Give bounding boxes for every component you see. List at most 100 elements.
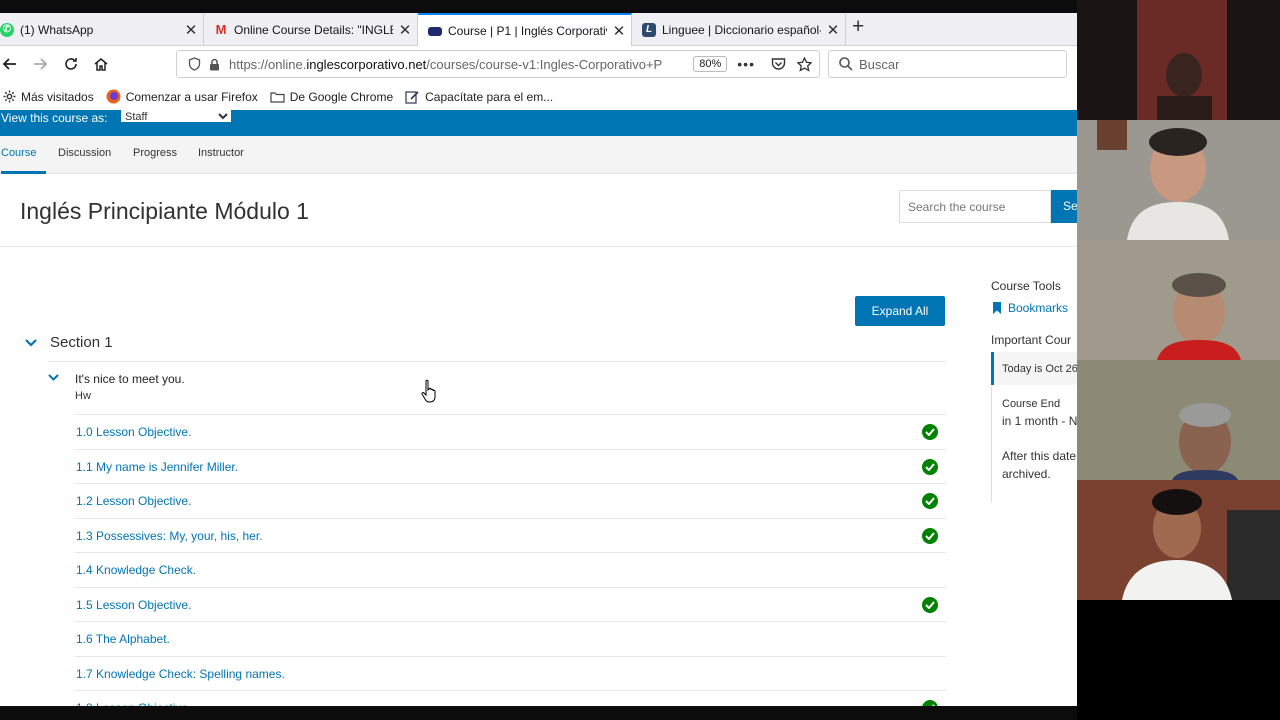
gmail-icon: M (215, 22, 227, 37)
url-scheme: https://online. (229, 56, 307, 72)
video-tile-1[interactable] (1077, 0, 1280, 120)
linguee-icon: L (642, 22, 656, 37)
tab-linguee[interactable]: L Linguee | Diccionario español-i ✕ (632, 13, 846, 46)
search-icon (839, 57, 853, 71)
forward-arrow-icon (34, 58, 48, 70)
browser-search-field[interactable]: Buscar (828, 50, 1067, 78)
view-as-select[interactable]: Staff (121, 110, 231, 122)
course-search-button[interactable]: Se (1051, 190, 1077, 223)
bookmark-label: De Google Chrome (289, 89, 394, 104)
tab-gmail[interactable]: M Online Course Details: "INGLÉS ✕ (204, 13, 418, 46)
close-icon[interactable]: ✕ (179, 21, 203, 39)
bookmark-capacitate[interactable]: Capacítate para el em... (405, 90, 553, 104)
course-end-label: Course End (1002, 398, 1061, 410)
bookmark-icon (992, 302, 1002, 314)
course-icon (428, 26, 442, 36)
section-header[interactable]: Section 1 (20, 334, 113, 351)
video-tile-3[interactable] (1077, 240, 1280, 360)
check-circle-icon (922, 458, 938, 475)
close-icon[interactable]: ✕ (607, 22, 631, 40)
archived-note: After this date archived. (1002, 447, 1077, 483)
back-button[interactable] (0, 52, 22, 76)
unit-row[interactable]: 1.2 Lesson Objective. (75, 483, 946, 518)
tab-label: (1) WhatsApp (20, 22, 94, 37)
tab-label: Online Course Details: "INGLÉS (234, 22, 393, 37)
edit-icon (405, 90, 420, 104)
video-tile-4[interactable] (1077, 360, 1280, 480)
bookmark-mas-visitados[interactable]: Más visitados (3, 90, 94, 104)
forward-button[interactable] (28, 52, 52, 76)
unit-row[interactable]: 1.0 Lesson Objective. (75, 414, 946, 449)
course-end-value: in 1 month - N (1002, 414, 1077, 428)
url-path: /courses/course-v1:Ingles-Corporativo+P (426, 56, 663, 72)
unit-row[interactable]: 1.6 The Alphabet. (75, 621, 946, 656)
tab-strip: ✆ (1) WhatsApp ✕ M Online Course Details… (0, 13, 1077, 47)
unit-link[interactable]: 1.6 The Alphabet. (76, 632, 170, 646)
header-divider (0, 246, 1077, 247)
unit-link[interactable]: 1.1 My name is Jennifer Miller. (76, 460, 238, 474)
archived-note-line: After this date (1002, 449, 1077, 463)
url-domain: inglescorporativo.net (306, 56, 427, 72)
unit-row[interactable]: 1.1 My name is Jennifer Miller. (75, 448, 946, 484)
url-bar[interactable]: https://online.inglescorporativo.net/cou… (176, 50, 820, 78)
participant-video (1077, 120, 1280, 240)
section-divider (48, 361, 946, 362)
page-actions-icon[interactable]: ••• (737, 56, 755, 72)
tab-progress[interactable]: Progress (133, 136, 177, 174)
check-circle-icon (922, 493, 938, 509)
bookmark-firefox[interactable]: Comenzar a usar Firefox (106, 89, 258, 104)
tab-instructor[interactable]: Instructor (198, 136, 244, 174)
reload-icon (65, 58, 77, 70)
browser-search-placeholder: Buscar (859, 56, 900, 72)
subsection-title: It's nice to meet you. (75, 372, 185, 386)
section-title: Section 1 (50, 334, 113, 351)
check-circle-icon (922, 424, 938, 440)
firefox-icon (106, 89, 121, 104)
gear-icon (3, 90, 16, 103)
unit-link[interactable]: 1.2 Lesson Objective. (76, 494, 191, 508)
unit-row[interactable]: 1.5 Lesson Objective. (75, 586, 946, 622)
unit-link[interactable]: 1.3 Possessives: My, your, his, her. (76, 529, 263, 543)
course-search-input[interactable]: Search the course (899, 190, 1051, 223)
close-icon[interactable]: ✕ (821, 21, 845, 39)
participant-video (1137, 0, 1227, 120)
new-tab-button[interactable]: + (852, 16, 864, 37)
bookmark-label: Comenzar a usar Firefox (125, 89, 258, 104)
tab-discussion[interactable]: Discussion (58, 136, 111, 174)
unit-row[interactable]: 1.7 Knowledge Check: Spelling names. (75, 655, 946, 691)
unit-row[interactable]: 1.4 Knowledge Check. (75, 552, 946, 587)
url-text: https://online.inglescorporativo.net/cou… (229, 57, 687, 72)
home-button[interactable] (89, 52, 113, 76)
course-end-block: Course End in 1 month - N After this dat… (991, 386, 1077, 502)
close-icon[interactable]: ✕ (393, 21, 417, 39)
tab-whatsapp[interactable]: ✆ (1) WhatsApp ✕ (0, 13, 204, 46)
participant-video (1077, 360, 1280, 480)
zoom-indicator[interactable]: 80% (693, 56, 728, 72)
video-tile-2[interactable] (1077, 120, 1280, 240)
pocket-icon[interactable] (767, 57, 789, 71)
expand-all-button[interactable]: Expand All (855, 296, 945, 326)
reload-button[interactable] (59, 52, 83, 76)
unit-link[interactable]: 1.5 Lesson Objective. (76, 598, 191, 612)
tab-course-outline[interactable]: Course (1, 136, 46, 174)
bookmarks-link-label: Bookmarks (1008, 301, 1069, 315)
home-icon (94, 58, 108, 71)
unit-link[interactable]: 1.0 Lesson Objective. (76, 425, 191, 439)
video-tile-5[interactable] (1077, 480, 1280, 600)
tab-course[interactable]: Course | P1 | Inglés Corporativo ✕ (418, 13, 632, 47)
lock-icon (205, 58, 223, 71)
course-title: Inglés Principiante Módulo 1 (20, 198, 309, 224)
bookmarks-link[interactable]: Bookmarks (992, 301, 1068, 315)
back-arrow-icon (2, 58, 16, 70)
unit-row[interactable]: 1.3 Possessives: My, your, his, her. (75, 517, 946, 553)
browser-window: ✆ (1) WhatsApp ✕ M Online Course Details… (0, 0, 1077, 720)
star-icon[interactable] (793, 56, 815, 72)
unit-link[interactable]: 1.7 Knowledge Check: Spelling names. (76, 667, 285, 681)
screen-top-bar (0, 0, 1077, 13)
unit-link[interactable]: 1.4 Knowledge Check. (76, 563, 196, 577)
view-as-bar: View this course as: Staff (0, 110, 1077, 136)
navigation-bar: https://online.inglescorporativo.net/cou… (0, 46, 1077, 83)
folder-icon (270, 91, 285, 103)
bookmark-google-chrome-folder[interactable]: De Google Chrome (270, 90, 393, 104)
hand-cursor-icon (421, 379, 437, 410)
